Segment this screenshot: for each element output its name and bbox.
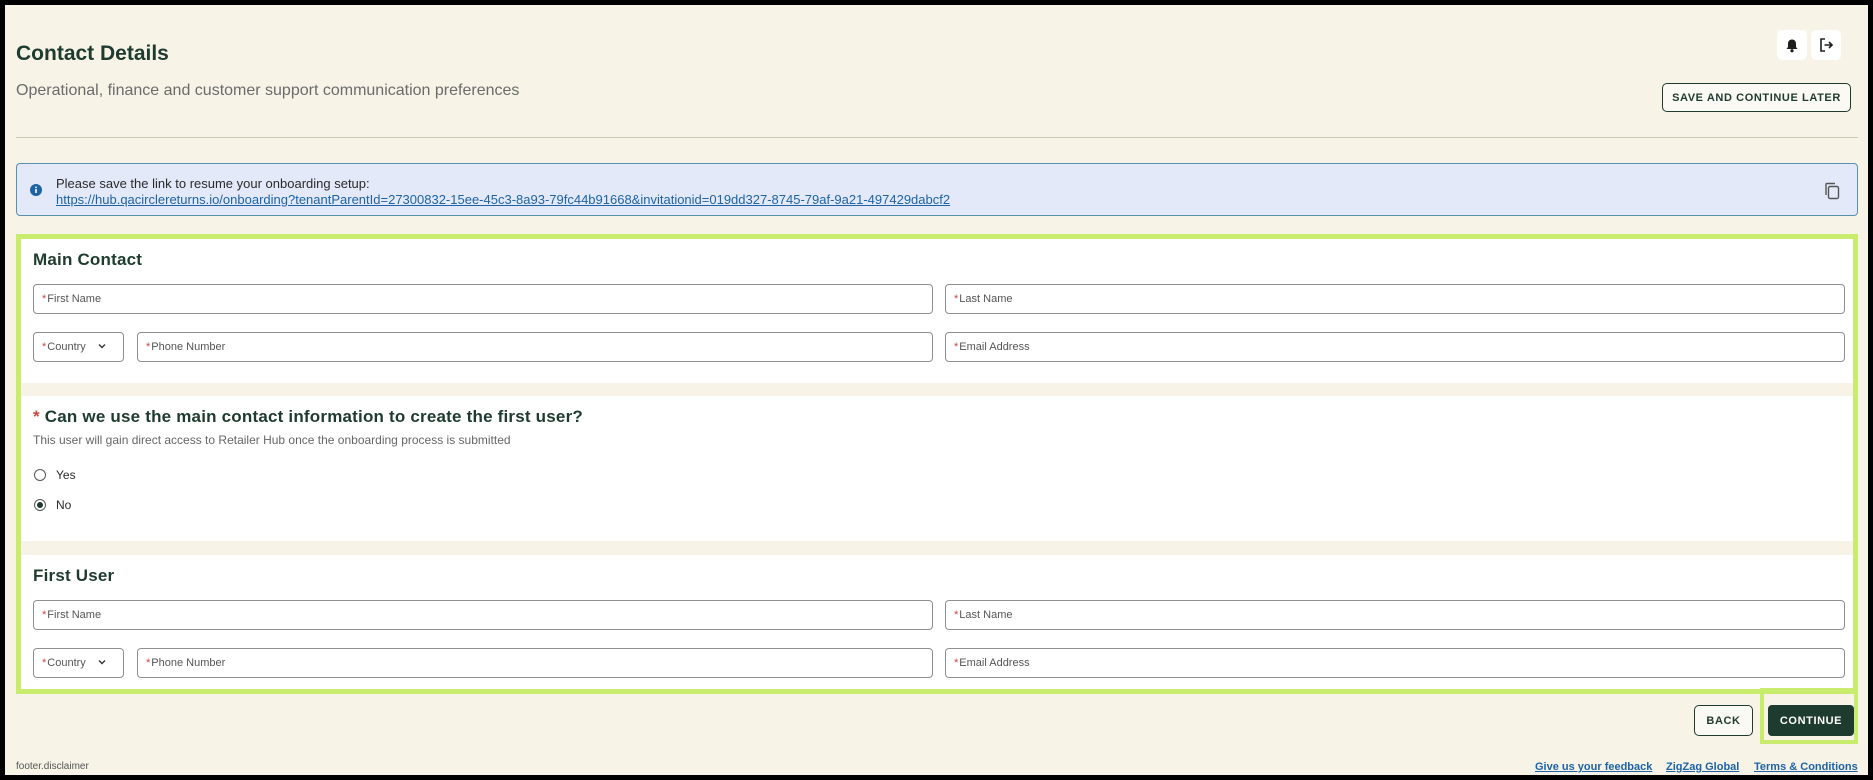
header-divider [16,137,1858,138]
first-user-phone-input[interactable]: * Phone Number [137,648,933,678]
field-label: Phone Number [151,657,226,669]
field-label: Phone Number [151,341,226,353]
first-user-email-input[interactable]: * Email Address [945,648,1845,678]
field-label: Country [47,657,86,669]
radio-button[interactable] [34,469,46,481]
info-banner-text: Please save the link to resume your onbo… [56,176,370,191]
field-label: First Name [47,293,102,305]
footer-link-zigzag[interactable]: ZigZag Global [1666,761,1739,773]
required-marker: * [146,341,151,353]
footer-link-feedback[interactable]: Give us your feedback [1535,761,1652,773]
notifications-button[interactable] [1777,30,1807,60]
radio-label: No [56,498,72,512]
field-label: Last Name [959,293,1013,305]
field-label: First Name [47,609,102,621]
radio-option-no[interactable]: No [34,498,71,512]
page-title: Contact Details [16,42,169,65]
continue-button[interactable]: CONTINUE [1768,705,1854,736]
save-and-continue-later-button[interactable]: SAVE AND CONTINUE LATER [1662,83,1851,112]
chevron-down-icon [98,660,106,665]
required-marker: * [33,407,40,426]
logout-button[interactable] [1811,30,1841,60]
info-icon [30,184,42,196]
copy-icon [1825,182,1840,200]
footer-link-terms[interactable]: Terms & Conditions [1754,761,1858,773]
main-contact-section: Main Contact * First Name * Last Name * … [21,239,1853,383]
radio-option-yes[interactable]: Yes [34,468,76,482]
field-label: Email Address [959,657,1030,669]
main-contact-last-name-input[interactable]: * Last Name [945,284,1845,314]
onboarding-resume-link[interactable]: https://hub.qacirclereturns.io/onboardin… [56,192,950,207]
copy-link-button[interactable] [1824,182,1842,200]
first-user-question: * Can we use the main contact informatio… [33,407,583,427]
page-subtitle: Operational, finance and customer suppor… [16,82,520,99]
required-marker: * [954,609,959,621]
chevron-down-icon [98,344,106,349]
field-label: Last Name [959,609,1013,621]
required-marker: * [146,657,151,669]
required-marker: * [42,341,47,353]
radio-label: Yes [56,468,76,482]
radio-button-selected[interactable] [34,499,46,511]
first-user-first-name-input[interactable]: * First Name [33,600,933,630]
required-marker: * [42,657,47,669]
question-hint: This user will gain direct access to Ret… [33,433,511,447]
info-banner: Please save the link to resume your onbo… [16,163,1858,216]
page: Contact Details Operational, finance and… [5,5,1868,775]
main-contact-email-input[interactable]: * Email Address [945,332,1845,362]
first-user-title: First User [33,566,115,585]
required-marker: * [954,341,959,353]
footer-disclaimer: footer.disclaimer [16,761,89,772]
field-label: Email Address [959,341,1030,353]
main-contact-phone-input[interactable]: * Phone Number [137,332,933,362]
question-text: Can we use the main contact information … [44,407,583,426]
first-user-question-section: * Can we use the main contact informatio… [21,396,1853,541]
required-marker: * [42,293,47,305]
main-contact-first-name-input[interactable]: * First Name [33,284,933,314]
main-contact-country-select[interactable]: * Country [33,332,124,362]
required-marker: * [954,293,959,305]
back-button[interactable]: BACK [1694,705,1753,736]
required-marker: * [954,657,959,669]
contact-form: Main Contact * First Name * Last Name * … [16,234,1858,694]
first-user-country-select[interactable]: * Country [33,648,124,678]
first-user-last-name-input[interactable]: * Last Name [945,600,1845,630]
bell-icon [1786,39,1798,52]
first-user-section: First User * First Name * Last Name * Co… [21,555,1853,689]
main-contact-title: Main Contact [33,250,143,269]
logout-icon [1820,38,1834,52]
field-label: Country [47,341,86,353]
required-marker: * [42,609,47,621]
